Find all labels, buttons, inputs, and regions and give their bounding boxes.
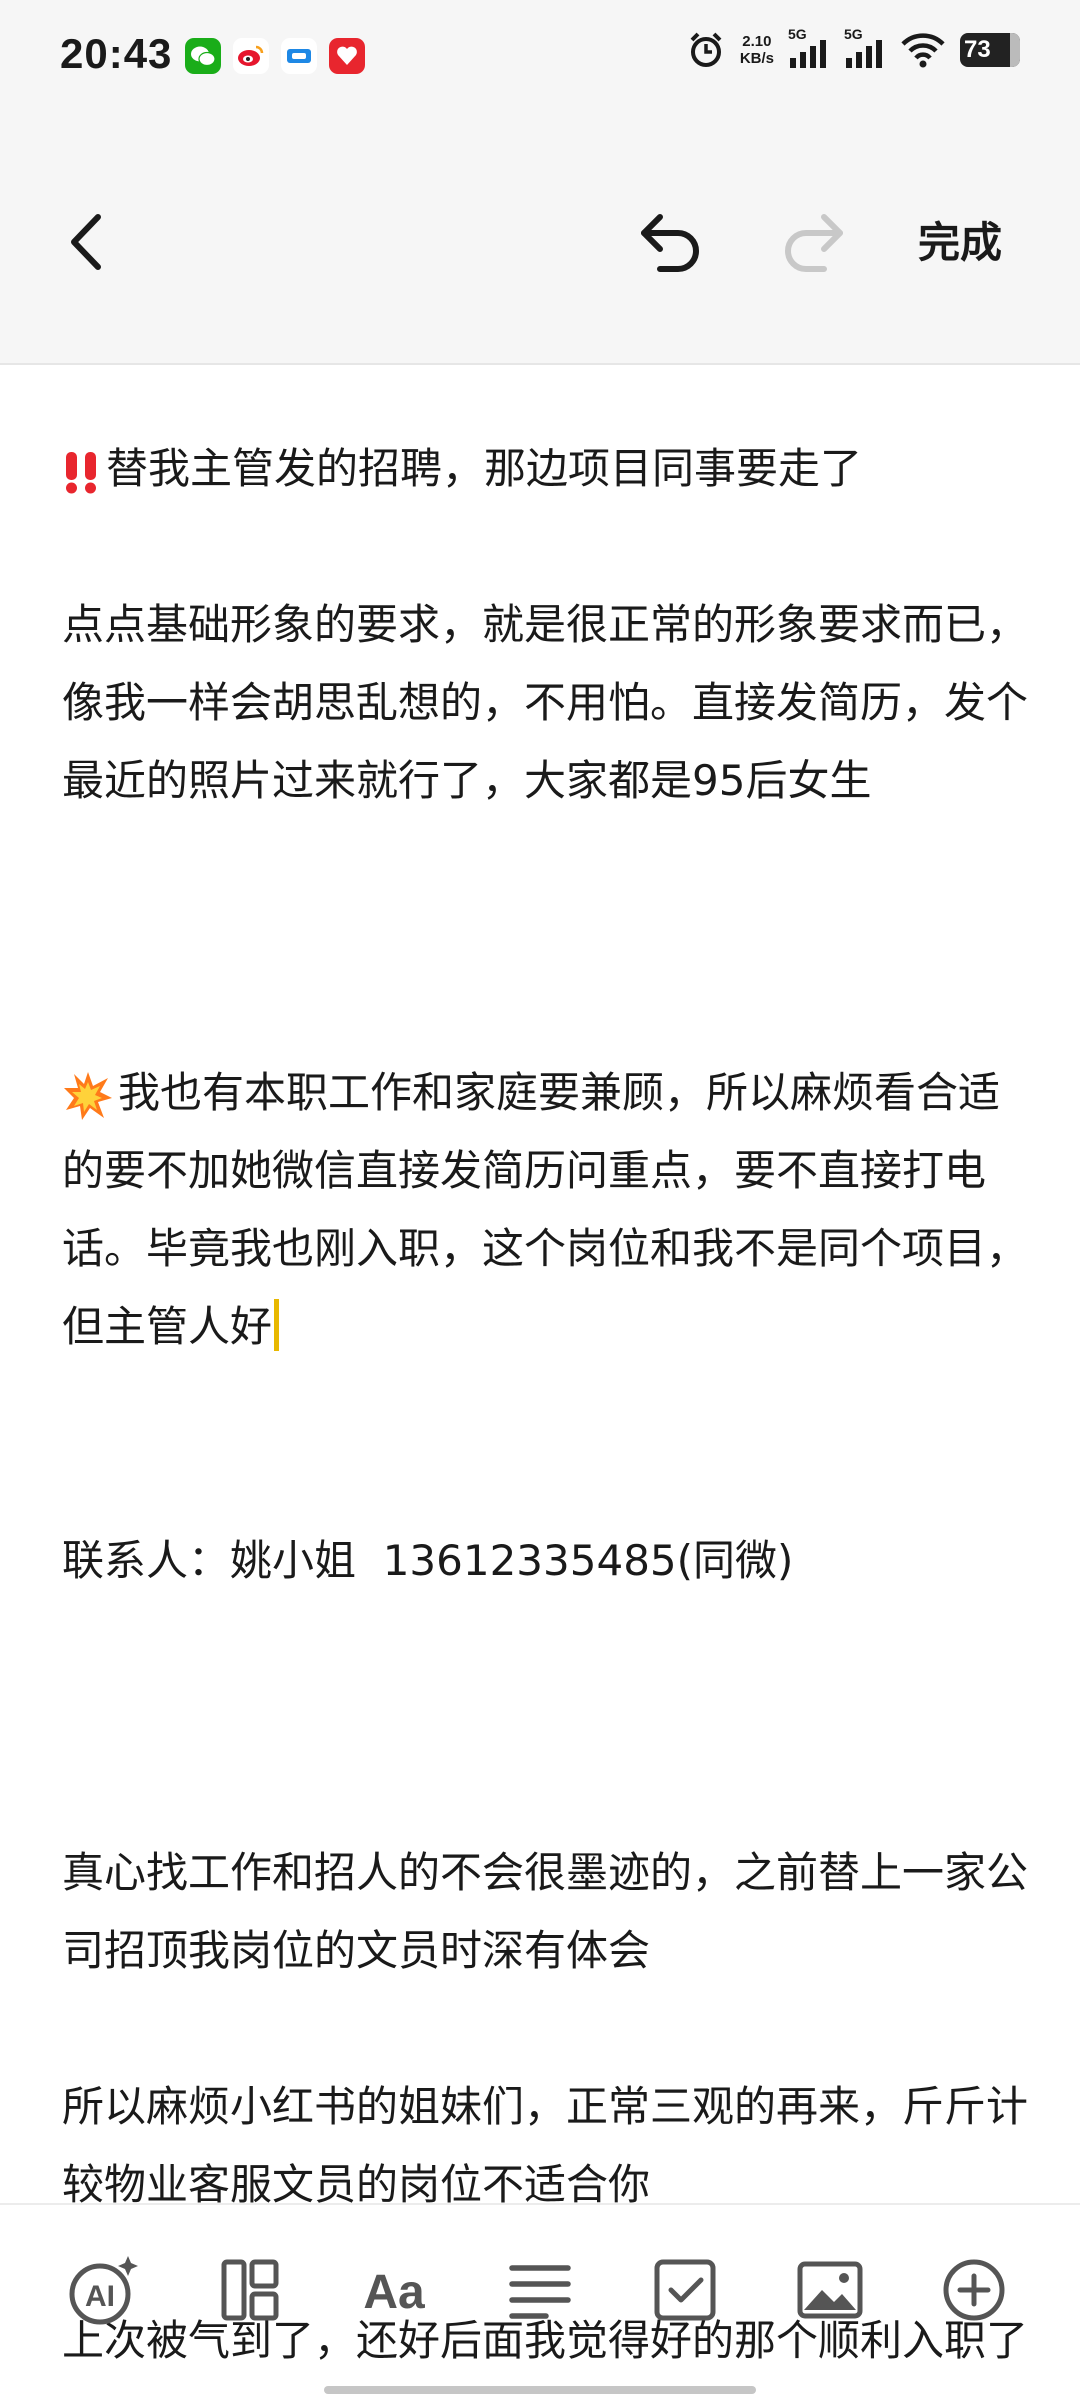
text-cursor xyxy=(274,1299,280,1351)
layout-icon[interactable] xyxy=(210,2250,290,2330)
chat-app-icon xyxy=(281,38,317,74)
note-paragraph-3[interactable]: 我也有本职工作和家庭要兼顾，所以麻烦看合适的要不加她微信直接发简历问重点，要不直… xyxy=(62,898,1032,1756)
note-text: 替我主管发的招聘，那边项目同事要走了 xyxy=(106,444,863,493)
battery-empty-part xyxy=(1010,33,1020,67)
note-paragraph-2[interactable]: 点点基础形象的要求，就是很正常的形象要求而已，像我一样会胡思乱想的，不用怕。直接… xyxy=(62,586,1032,820)
note-paragraph-1[interactable]: 替我主管发的招聘，那边项目同事要走了 xyxy=(62,430,1032,508)
undo-icon[interactable] xyxy=(636,205,706,275)
text-format-icon[interactable]: Aa xyxy=(354,2250,434,2330)
shopping-app-icon xyxy=(329,38,365,74)
note-paragraph-4[interactable]: 真心找工作和招人的不会很墨迹的，之前替上一家公司招顶我岗位的文员时深有体会 xyxy=(62,1834,1032,1990)
svg-text:AI: AI xyxy=(85,2280,115,2313)
align-icon[interactable] xyxy=(500,2250,580,2330)
note-paragraph-5[interactable]: 所以麻烦小红书的姐妹们，正常三观的再来，斤斤计较物业客服文员的岗位不适合你 xyxy=(62,2068,1032,2224)
net-speed: 2.10 KB/s xyxy=(740,33,774,67)
home-indicator[interactable] xyxy=(324,2386,756,2394)
double-exclamation-icon xyxy=(66,451,96,493)
editor-toolbar: 完成 xyxy=(0,115,1080,365)
note-text: 我也有本职工作和家庭要兼顾，所以麻烦看合适的要不加她微信直接发简历问重点，要不直… xyxy=(62,1068,1029,1351)
back-icon[interactable] xyxy=(62,209,112,275)
battery-indicator: 73 xyxy=(960,33,1020,67)
format-toolbar: AI Aa xyxy=(0,2250,1080,2350)
wifi-icon xyxy=(901,33,945,68)
signal-5g-2: 5G xyxy=(844,26,886,70)
add-icon[interactable] xyxy=(934,2250,1014,2330)
weibo-icon xyxy=(233,38,269,74)
bottom-divider xyxy=(0,2203,1080,2205)
battery-level: 73 xyxy=(964,36,991,63)
net-speed-unit: KB/s xyxy=(739,50,774,67)
alarm-icon xyxy=(690,32,722,67)
wechat-icon xyxy=(185,38,221,74)
note-body[interactable]: 替我主管发的招聘，那边项目同事要走了 点点基础形象的要求，就是很正常的形象要求而… xyxy=(62,430,1032,2380)
status-bar: 20:43 2.10 KB/s 5G 5G 73 xyxy=(0,0,1080,115)
done-button[interactable]: 完成 xyxy=(918,209,1002,270)
net-type-label: 5G xyxy=(844,26,863,42)
net-speed-value: 2.10 xyxy=(742,33,772,50)
status-right: 2.10 KB/s 5G 5G 73 xyxy=(686,26,1020,70)
image-icon[interactable] xyxy=(790,2250,870,2330)
notification-icons xyxy=(185,38,365,74)
contact-line: 联系人：姚小姐 13612335485(同微) xyxy=(62,1536,794,1585)
ai-icon[interactable]: AI xyxy=(62,2250,142,2330)
status-time: 20:43 xyxy=(60,30,173,77)
net-type-label: 5G xyxy=(788,26,807,42)
checkbox-icon[interactable] xyxy=(645,2250,725,2330)
redo-icon[interactable] xyxy=(778,205,848,275)
signal-5g-1: 5G xyxy=(788,26,830,70)
collision-icon xyxy=(64,1071,112,1120)
svg-text:Aa: Aa xyxy=(363,2266,425,2319)
